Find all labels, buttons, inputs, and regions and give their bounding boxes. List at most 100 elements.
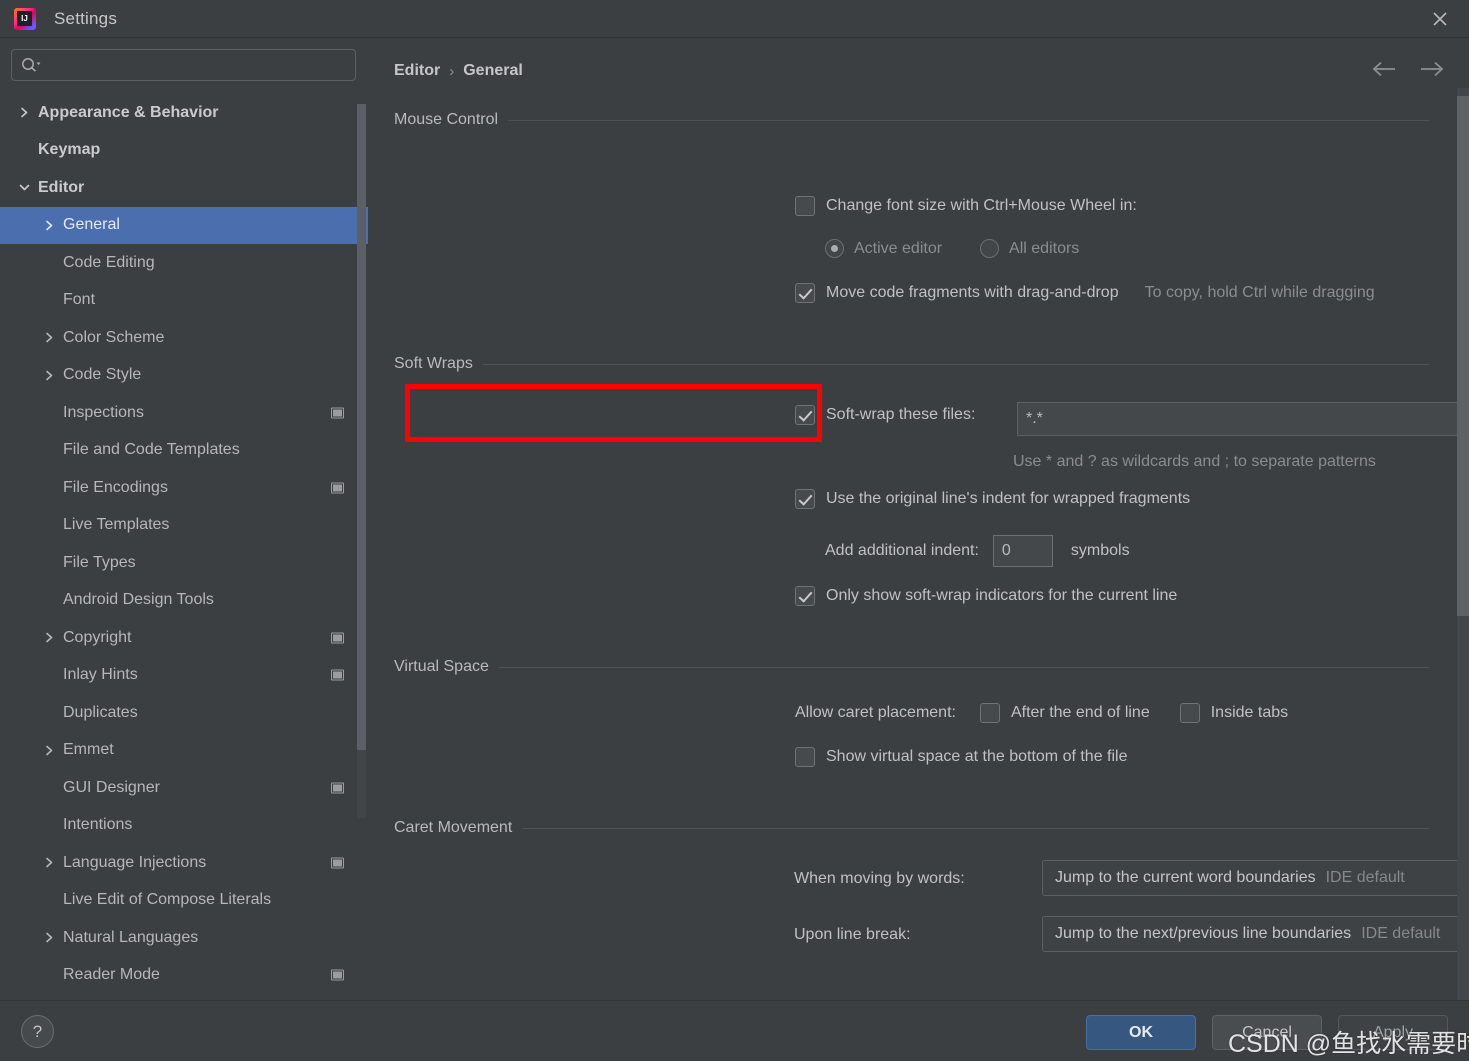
chevron-right-icon[interactable] — [18, 106, 31, 119]
original-indent-row[interactable]: Use the original line's indent for wrapp… — [795, 489, 1190, 509]
breadcrumb-parent[interactable]: Editor — [394, 62, 440, 80]
section-soft-wraps: Soft Wraps — [394, 355, 1429, 373]
intellij-idea-logo-icon — [14, 7, 36, 30]
drag-and-drop-checkbox[interactable] — [795, 283, 815, 303]
sidebar-item-copyright[interactable]: Copyright — [0, 619, 368, 657]
sidebar-item-android-design-tools[interactable]: Android Design Tools — [0, 582, 368, 620]
arrow-left-icon[interactable] — [1371, 60, 1397, 78]
inside-tabs-checkbox[interactable] — [1179, 703, 1200, 723]
project-scope-icon — [331, 482, 344, 494]
cancel-button[interactable]: Cancel — [1212, 1015, 1322, 1050]
when-moving-by-words-label: When moving by words: — [794, 870, 965, 887]
sidebar-item-file-encodings[interactable]: File Encodings — [0, 469, 368, 507]
chevron-right-icon[interactable] — [43, 856, 56, 869]
chevron-right-icon[interactable] — [43, 369, 56, 382]
sidebar-item-label: Reader Mode — [63, 966, 160, 984]
sidebar-item-label: Live Edit of Compose Literals — [63, 891, 272, 909]
drag-and-drop-row[interactable]: Move code fragments with drag-and-drop T… — [795, 283, 1375, 303]
sidebar-item-duplicates[interactable]: Duplicates — [0, 694, 368, 732]
sidebar-item-label: Font — [63, 291, 96, 309]
soft-wrap-files-label: Soft-wrap these files: — [826, 406, 976, 423]
sidebar-item-emmet[interactable]: Emmet — [0, 732, 368, 770]
active-editor-radio[interactable] — [825, 239, 844, 258]
sidebar-item-font[interactable]: Font — [0, 282, 368, 320]
project-scope-icon — [331, 669, 344, 681]
sidebar-item-color-scheme[interactable]: Color Scheme — [0, 319, 368, 357]
sidebar-item-live-edit-of-compose-literals[interactable]: Live Edit of Compose Literals — [0, 882, 368, 920]
when-moving-by-words-value: Jump to the current word boundaries — [1055, 869, 1316, 886]
section-header-caret-movement: Caret Movement — [394, 819, 1429, 837]
sidebar-item-label: File and Code Templates — [63, 441, 240, 459]
project-scope-icon — [331, 969, 344, 981]
sidebar-item-natural-languages[interactable]: Natural Languages — [0, 919, 368, 957]
sidebar-item-inspections[interactable]: Inspections — [0, 394, 368, 432]
sidebar-item-intentions[interactable]: Intentions — [0, 807, 368, 845]
original-indent-checkbox[interactable] — [795, 489, 815, 509]
help-button[interactable]: ? — [21, 1015, 54, 1048]
ok-button[interactable]: OK — [1086, 1015, 1196, 1050]
wildcard-hint: Use * and ? as wildcards and ; to separa… — [1013, 453, 1376, 470]
dialog-footer: ? OK Cancel Apply — [0, 1000, 1469, 1061]
sidebar-item-reader-mode[interactable]: Reader Mode — [0, 957, 368, 995]
soft-wrap-files-row[interactable]: Soft-wrap these files: — [795, 405, 975, 425]
chevron-right-icon[interactable] — [43, 219, 56, 232]
section-divider — [522, 827, 1429, 829]
sidebar-item-language-injections[interactable]: Language Injections — [0, 844, 368, 882]
sidebar-item-editor[interactable]: Editor — [0, 169, 368, 207]
sidebar-item-label: Code Style — [63, 366, 142, 384]
arrow-right-icon[interactable] — [1419, 60, 1445, 78]
all-editors-radio[interactable] — [980, 239, 1000, 258]
soft-wrap-files-checkbox[interactable] — [795, 405, 815, 425]
soft-wrap-files-input[interactable] — [1017, 402, 1469, 436]
content-scrollbar-thumb[interactable] — [1457, 96, 1469, 616]
chevron-right-icon[interactable] — [43, 631, 56, 644]
change-font-size-label: Change font size with Ctrl+Mouse Wheel i… — [826, 197, 1137, 214]
change-font-size-row[interactable]: Change font size with Ctrl+Mouse Wheel i… — [795, 196, 1137, 216]
sidebar-item-general[interactable]: General — [0, 206, 368, 244]
search-container — [0, 38, 368, 81]
soft-wrap-indicators-row[interactable]: Only show soft-wrap indicators for the c… — [795, 586, 1177, 606]
sidebar-item-label: File Encodings — [63, 478, 168, 496]
chevron-right-icon[interactable] — [43, 931, 56, 944]
chevron-down-icon[interactable] — [18, 181, 31, 194]
show-virtual-space-checkbox[interactable] — [795, 747, 815, 767]
after-end-of-line-checkbox[interactable] — [979, 703, 1000, 723]
chevron-right-icon[interactable] — [43, 744, 56, 757]
section-divider — [498, 666, 1429, 668]
sidebar-item-gui-designer[interactable]: GUI Designer — [0, 769, 368, 807]
sidebar-item-file-and-code-templates[interactable]: File and Code Templates — [0, 432, 368, 470]
search-input[interactable] — [41, 57, 355, 73]
sidebar-item-live-templates[interactable]: Live Templates — [0, 507, 368, 545]
window-title: Settings — [54, 8, 118, 28]
sidebar-item-keymap[interactable]: Keymap — [0, 132, 368, 170]
section-title: Mouse Control — [394, 111, 499, 128]
change-font-size-checkbox[interactable] — [795, 196, 815, 216]
additional-indent-input[interactable] — [992, 535, 1053, 567]
soft-wrap-indicators-checkbox[interactable] — [795, 586, 815, 606]
section-title: Caret Movement — [394, 819, 513, 836]
when-moving-by-words-combo[interactable]: Jump to the current word boundaries IDE … — [1042, 860, 1469, 896]
apply-button[interactable]: Apply — [1338, 1015, 1448, 1050]
sidebar-item-label: File Types — [63, 553, 136, 571]
sidebar-item-file-types[interactable]: File Types — [0, 544, 368, 582]
close-icon[interactable] — [1411, 0, 1469, 38]
sidebar-scrollbar-thumb[interactable] — [357, 104, 366, 750]
chevron-right-icon[interactable] — [43, 331, 56, 344]
after-end-of-line-label: After the end of line — [1010, 704, 1150, 721]
section-header-mouse-control: Mouse Control — [394, 111, 1429, 129]
title-bar: Settings — [0, 0, 1469, 38]
upon-line-break-combo[interactable]: Jump to the next/previous line boundarie… — [1042, 916, 1469, 952]
sidebar-item-appearance-behavior[interactable]: Appearance & Behavior — [0, 94, 368, 132]
sidebar-item-inlay-hints[interactable]: Inlay Hints — [0, 657, 368, 695]
search-box[interactable] — [11, 49, 356, 81]
sidebar-item-code-style[interactable]: Code Style — [0, 357, 368, 395]
show-virtual-space-row[interactable]: Show virtual space at the bottom of the … — [795, 747, 1128, 767]
sidebar-item-code-editing[interactable]: Code Editing — [0, 244, 368, 282]
font-size-scope-radiogroup: Active editor All editors — [825, 239, 1079, 258]
sidebar-item-label: Appearance & Behavior — [38, 103, 219, 121]
